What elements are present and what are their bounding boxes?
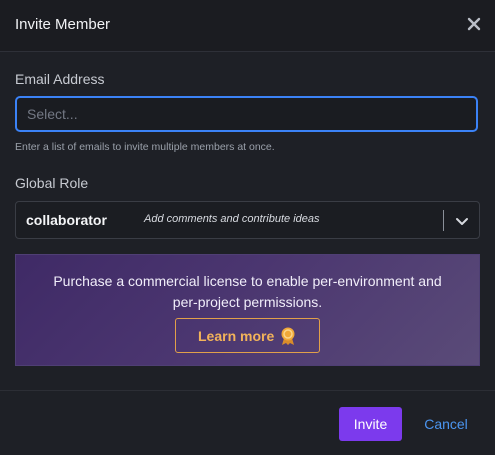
footer-divider [0,390,495,391]
email-hint: Enter a list of emails to invite multipl… [15,141,275,153]
role-select[interactable]: collaborator Add comments and contribute… [15,201,480,239]
banner-message: Purchase a commercial license to enable … [16,271,479,313]
role-selected-value: collaborator [26,212,107,228]
invite-member-modal: Invite Member Email Address Enter a list… [0,0,495,455]
learn-more-label: Learn more [198,328,275,344]
invite-button[interactable]: Invite [339,407,402,441]
banner-message-line2: per-project permissions. [172,294,323,310]
license-banner: Purchase a commercial license to enable … [15,254,480,366]
modal-title: Invite Member [15,16,111,33]
learn-more-button[interactable]: Learn more [175,318,320,353]
role-label: Global Role [15,175,89,191]
email-label: Email Address [15,71,105,87]
cancel-button[interactable]: Cancel [416,407,476,441]
select-divider [443,210,444,231]
modal-header: Invite Member [0,0,495,52]
email-input[interactable] [15,96,478,132]
award-icon [279,326,297,346]
role-description: Add comments and contribute ideas [144,213,320,225]
close-icon[interactable] [467,17,481,31]
banner-message-line1: Purchase a commercial license to enable … [53,273,442,289]
chevron-down-icon[interactable] [454,213,470,229]
